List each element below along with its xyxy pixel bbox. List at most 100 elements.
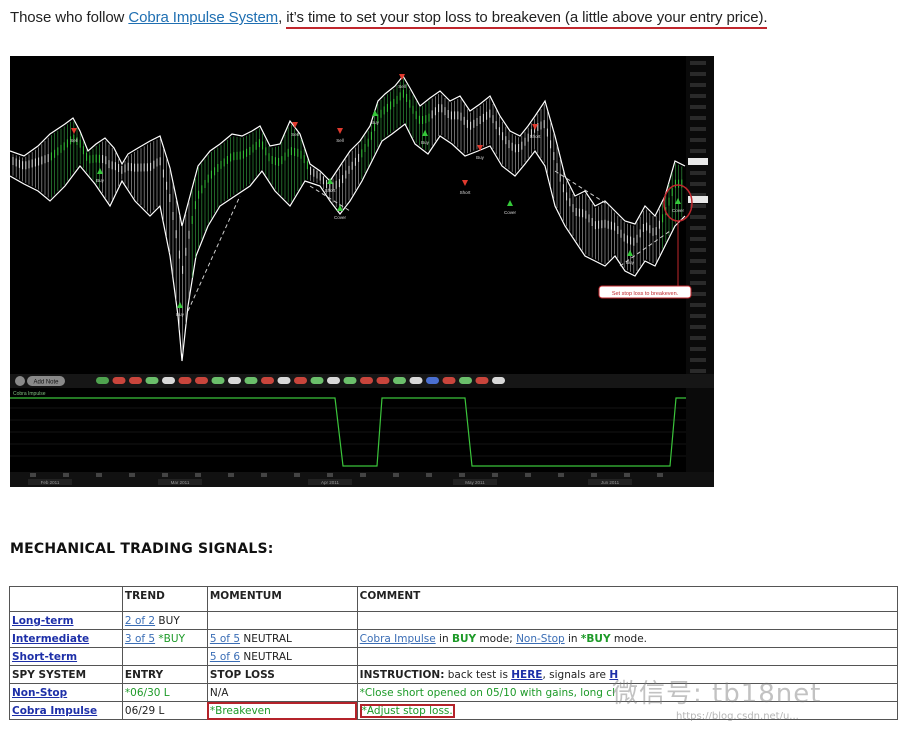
comment-text: mode; [476, 632, 517, 645]
signal-arrow [477, 145, 483, 151]
signal-arrow [177, 302, 183, 308]
toolbar-pill-button[interactable] [178, 377, 192, 384]
toolbar-pill-button[interactable] [442, 377, 456, 384]
table-row-intermediate: Intermediate 3 of 5 *BUY 5 of 5 NEUTRAL … [9, 629, 899, 648]
header-comment: COMMENT [356, 586, 899, 612]
toolbar-pill-button[interactable] [376, 377, 390, 384]
toolbar-pill-button[interactable] [459, 377, 472, 384]
instruction-text: , signals are [542, 668, 610, 681]
trailing-stop-line [187, 170, 671, 312]
intermediate-link[interactable]: Intermediate [12, 633, 89, 645]
toolbar-pill-button[interactable] [343, 377, 357, 384]
signal-label: Buy [476, 155, 485, 160]
inter-momentum-value: NEUTRAL [240, 632, 292, 645]
date-axis-tick [657, 473, 663, 477]
signal-label: Sell [398, 84, 406, 89]
short-momentum-link[interactable]: 5 of 6 [210, 651, 240, 663]
toolbar-pill-button[interactable] [294, 377, 307, 384]
toolbar-pill-button[interactable] [228, 377, 241, 384]
date-axis-tick [63, 473, 69, 477]
annotation-text: Set stop loss to breakeven. [612, 291, 679, 297]
toolbar-pill-button[interactable] [195, 377, 208, 384]
short-trend-cell [121, 647, 208, 666]
header-blank [9, 586, 123, 612]
cobra-impulse-link[interactable]: Cobra Impulse System [128, 9, 278, 26]
signal-label: Buy [96, 178, 105, 183]
signal-arrow [675, 198, 681, 204]
signal-label: Short [325, 188, 337, 193]
short-comment-cell [356, 647, 899, 666]
intro-prefix: Those who follow [10, 9, 129, 26]
toolbar-pills[interactable] [96, 377, 505, 384]
date-axis-label: May 2011 [465, 480, 485, 485]
url-watermark: https://blog.csdn.net/u... [676, 711, 799, 722]
axis-tick-label [690, 171, 706, 175]
signal-label: Buy [421, 140, 430, 145]
short-momentum-value: NEUTRAL [240, 650, 292, 663]
cobra-impulse-comment-link[interactable]: Cobra Impulse [360, 633, 436, 645]
date-axis-tick [426, 473, 432, 477]
indicator-axis [686, 388, 714, 472]
axis-tick-label [690, 336, 706, 340]
inter-trend-value: *BUY [155, 632, 185, 645]
toolbar-pill-button[interactable] [393, 377, 406, 384]
toolbar-pill-button[interactable] [129, 377, 142, 384]
axis-tick-label [690, 325, 706, 329]
stop-loss-label: STOP LOSS [206, 665, 358, 684]
inter-momentum-link[interactable]: 5 of 5 [210, 633, 240, 645]
toolbar-pill-button[interactable] [244, 377, 258, 384]
axis-tick-label [690, 138, 706, 142]
axis-tick-label [690, 314, 706, 318]
date-axis-tick [162, 473, 168, 477]
axis-tick-label [690, 149, 706, 153]
intro-sentence: Those who follow Cobra Impulse System, i… [10, 9, 768, 29]
date-axis-tick [360, 473, 366, 477]
long-term-link[interactable]: Long-term [12, 615, 74, 627]
signal-label: Buy [626, 260, 635, 265]
toolbar-pill-button[interactable] [310, 377, 324, 384]
header-momentum: MOMENTUM [206, 586, 358, 612]
comment-text: in [435, 632, 452, 645]
signal-label: Sell [70, 138, 78, 143]
breakeven-instruction: it’s time to set your stop loss to break… [286, 9, 768, 29]
entry-label: ENTRY [121, 665, 208, 684]
toolbar-pill-button[interactable] [112, 377, 126, 384]
axis-tick-label [690, 248, 706, 252]
toolbar-pill-button[interactable] [145, 377, 159, 384]
toolbar-pill-button[interactable] [409, 377, 423, 384]
toolbar-pill-button[interactable] [327, 377, 340, 384]
date-axis-tick [30, 473, 36, 477]
short-term-link[interactable]: Short-term [12, 651, 77, 663]
toolbar-pill-button[interactable] [96, 377, 109, 384]
toolbar-pill-button[interactable] [211, 377, 225, 384]
date-axis-tick [525, 473, 531, 477]
signal-arrow [71, 128, 77, 134]
toolbar-pill-button[interactable] [360, 377, 373, 384]
toolbar-pill-button[interactable] [277, 377, 291, 384]
toolbar-pill-button[interactable] [261, 377, 274, 384]
long-trend-link[interactable]: 2 of 2 [125, 615, 155, 627]
non-stop-comment-link[interactable]: Non-Stop [516, 633, 565, 645]
date-axis-label: Mar 2011 [171, 480, 190, 485]
toolbar-round-icon[interactable] [15, 376, 25, 386]
signal-markers: Sell Buy Sell Cover Short Sell Buy Short Cover Bu… [70, 74, 684, 317]
date-axis-tick [459, 473, 465, 477]
lower-band-line [10, 123, 686, 362]
toolbar-pill-button[interactable] [162, 377, 175, 384]
date-axis-label: Feb 2011 [41, 480, 60, 485]
signal-label: Sell [336, 138, 344, 143]
signal-label: Short [530, 134, 542, 139]
axis-tick-label [690, 72, 706, 76]
inter-trend-link[interactable]: 3 of 5 [125, 633, 155, 645]
toolbar-pill-button[interactable] [475, 377, 489, 384]
toolbar-pill-button[interactable] [492, 377, 505, 384]
comment-text: mode. [610, 632, 647, 645]
non-stop-link[interactable]: Non-Stop [12, 687, 67, 699]
here-link[interactable]: HERE [511, 669, 542, 681]
toolbar-pill-button[interactable] [426, 377, 439, 384]
date-axis-tick [96, 473, 102, 477]
axis-tick-label [690, 83, 706, 87]
axis-tick-label [690, 237, 706, 241]
signal-label: Cover [334, 215, 347, 220]
cobra-impulse-row-link[interactable]: Cobra Impulse [12, 705, 97, 717]
